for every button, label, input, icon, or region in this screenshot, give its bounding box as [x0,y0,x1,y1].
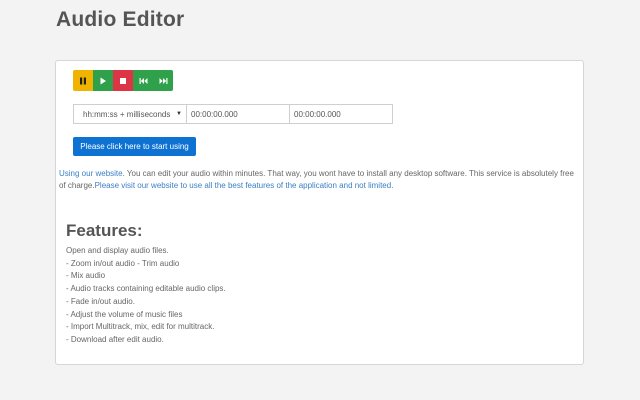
transport-controls [73,70,173,91]
list-item: - Audio tracks containing editable audio… [66,283,226,296]
pause-icon [79,77,87,85]
next-button[interactable] [153,70,173,91]
chevron-down-icon: ▼ [176,111,182,117]
start-using-button[interactable]: Please click here to start using [73,137,196,156]
page-title: Audio Editor [56,8,184,32]
end-time-input[interactable] [290,104,393,124]
features-heading: Features: [66,221,143,241]
stop-button[interactable] [113,70,133,91]
time-range-row: hh:mm:ss + milliseconds ▼ [73,104,393,124]
visit-website-link[interactable]: Please visit our website to use all the … [95,181,394,190]
previous-button[interactable] [133,70,153,91]
time-format-value: hh:mm:ss + milliseconds [83,110,170,119]
play-icon [99,77,107,85]
time-format-select[interactable]: hh:mm:ss + milliseconds ▼ [73,104,187,124]
list-item: - Download after edit audio. [66,334,226,347]
editor-panel: hh:mm:ss + milliseconds ▼ Please click h… [55,60,584,365]
list-item: - Fade in/out audio. [66,296,226,309]
pause-button[interactable] [73,70,93,91]
intro-text: Using our website. You can edit your aud… [59,168,579,192]
list-item: - Mix audio [66,270,226,283]
list-item: - Zoom in/out audio - Trim audio [66,258,226,271]
list-item: - Adjust the volume of music files [66,309,226,322]
start-time-input[interactable] [187,104,290,124]
skip-forward-icon [159,77,168,85]
stop-icon [119,77,127,85]
skip-back-icon [139,77,148,85]
list-item: - Import Multitrack, mix, edit for multi… [66,321,226,334]
play-button[interactable] [93,70,113,91]
list-item: Open and display audio files. [66,245,226,258]
website-link[interactable]: Using our website [59,169,123,178]
features-list: Open and display audio files. - Zoom in/… [66,245,226,347]
